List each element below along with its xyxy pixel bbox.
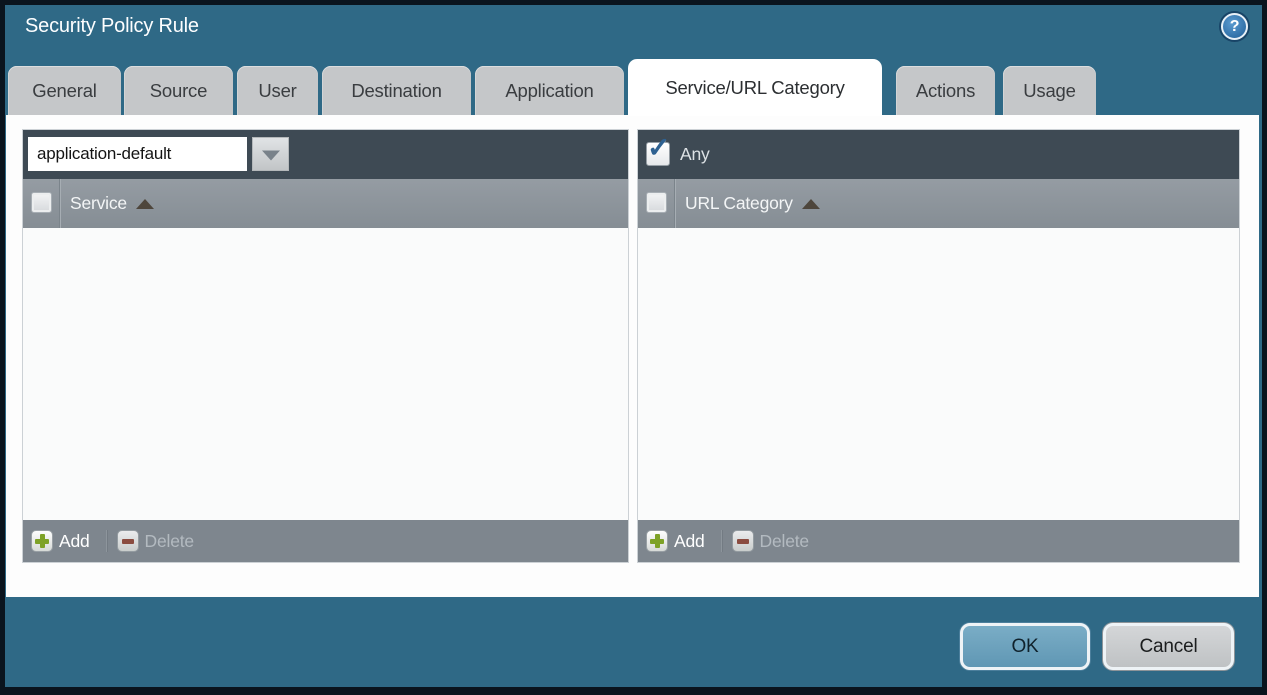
tab-user[interactable]: User — [237, 66, 318, 115]
service-panel-header: application-default — [23, 130, 628, 179]
dialog-title: Security Policy Rule — [25, 15, 199, 38]
service-add-button[interactable]: Add — [31, 530, 90, 552]
checkmark-icon: ✓ — [647, 131, 670, 164]
sort-ascending-icon — [802, 199, 820, 209]
delete-button-label: Delete — [760, 531, 809, 552]
url-category-panel: ✓ Any URL Category Add Delete — [637, 129, 1240, 563]
tab-general[interactable]: General — [8, 66, 121, 115]
tab-actions[interactable]: Actions — [896, 66, 995, 115]
tab-service-url-category[interactable]: Service/URL Category — [628, 59, 882, 116]
url-category-column-label: URL Category — [685, 193, 793, 214]
sort-ascending-icon — [136, 199, 154, 209]
tab-label: Usage — [1023, 80, 1075, 102]
tab-label: User — [258, 80, 296, 102]
delete-minus-icon — [117, 530, 139, 552]
service-select-all-checkbox[interactable] — [31, 192, 52, 213]
service-type-dropdown[interactable]: application-default — [28, 137, 247, 171]
tab-label: Destination — [351, 80, 441, 102]
url-category-add-button[interactable]: Add — [646, 530, 705, 552]
add-button-label: Add — [674, 531, 705, 552]
tab-label: Application — [505, 80, 593, 102]
tab-label: General — [32, 80, 96, 102]
url-category-toolbar: Add Delete — [638, 520, 1239, 562]
tab-source[interactable]: Source — [124, 66, 233, 115]
tab-usage[interactable]: Usage — [1003, 66, 1096, 115]
tab-destination[interactable]: Destination — [322, 66, 471, 115]
url-category-column-header[interactable]: URL Category — [685, 179, 820, 228]
chevron-down-icon — [262, 151, 280, 161]
add-plus-icon — [646, 530, 668, 552]
service-panel: application-default Service Add Delete — [22, 129, 629, 563]
url-category-table-header: URL Category — [638, 179, 1239, 228]
tab-application[interactable]: Application — [475, 66, 624, 115]
help-glyph: ? — [1230, 18, 1240, 36]
delete-minus-icon — [732, 530, 754, 552]
toolbar-divider — [106, 530, 107, 552]
column-divider — [674, 179, 675, 228]
help-icon[interactable]: ? — [1221, 13, 1248, 40]
url-category-list-body — [638, 228, 1239, 520]
any-checkbox[interactable]: ✓ — [646, 142, 670, 166]
column-divider — [59, 179, 60, 228]
security-policy-rule-dialog: Security Policy Rule ? General Source Us… — [0, 0, 1267, 695]
delete-button-label: Delete — [145, 531, 194, 552]
service-toolbar: Add Delete — [23, 520, 628, 562]
any-label: Any — [680, 130, 710, 179]
service-column-header[interactable]: Service — [70, 179, 154, 228]
url-category-panel-header: ✓ Any — [638, 130, 1239, 179]
service-list-body — [23, 228, 628, 520]
cancel-button[interactable]: Cancel — [1103, 623, 1234, 670]
service-type-dropdown-arrow-button[interactable] — [252, 137, 289, 171]
tab-label: Service/URL Category — [665, 77, 844, 99]
add-plus-icon — [31, 530, 53, 552]
tab-label: Source — [150, 80, 207, 102]
url-category-delete-button[interactable]: Delete — [732, 530, 809, 552]
ok-button[interactable]: OK — [960, 623, 1090, 670]
tab-label: Actions — [916, 80, 975, 102]
url-category-select-all-checkbox[interactable] — [646, 192, 667, 213]
service-column-label: Service — [70, 193, 127, 214]
add-button-label: Add — [59, 531, 90, 552]
service-delete-button[interactable]: Delete — [117, 530, 194, 552]
toolbar-divider — [721, 530, 722, 552]
service-table-header: Service — [23, 179, 628, 228]
